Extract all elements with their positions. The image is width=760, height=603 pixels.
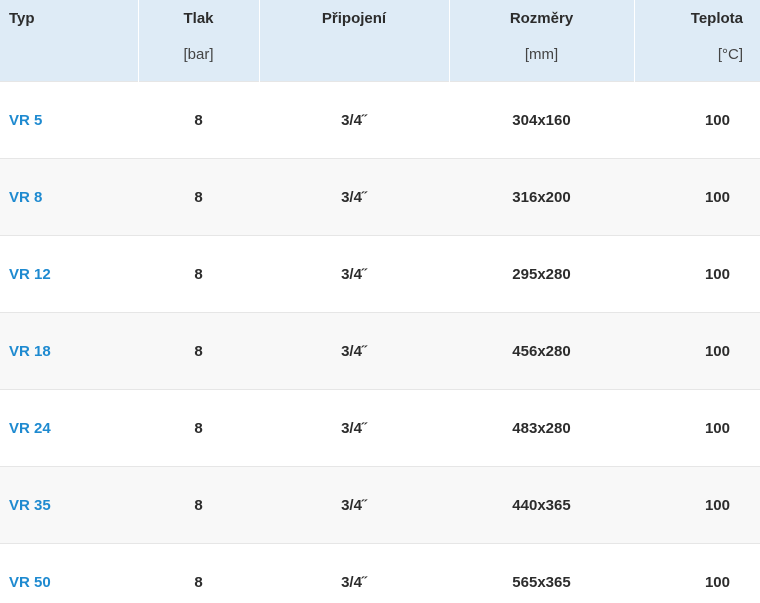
- cell-typ-link[interactable]: VR 24: [0, 389, 138, 467]
- cell-pripojeni: 3/4˝: [259, 158, 449, 236]
- cell-typ-link[interactable]: VR 12: [0, 235, 138, 313]
- header-rozmery[interactable]: Rozměry [mm]: [449, 0, 635, 82]
- header-typ-title: Typ: [9, 10, 35, 27]
- cell-typ-link[interactable]: VR 50: [0, 543, 138, 603]
- table-row: VR 35 8 3/4˝ 440x365 100: [0, 466, 760, 544]
- header-pripojeni[interactable]: Připojení: [259, 0, 450, 82]
- cell-tlak: 8: [138, 466, 259, 544]
- cell-rozmery: 316x200: [449, 158, 634, 236]
- spec-table: Typ Tlak [bar] Připojení Rozměry [mm] Te…: [0, 0, 760, 603]
- cell-rozmery: 565x365: [449, 543, 634, 603]
- cell-teplota: 100: [634, 158, 760, 236]
- cell-tlak: 8: [138, 81, 259, 159]
- cell-pripojeni: 3/4˝: [259, 312, 449, 390]
- cell-teplota: 100: [634, 312, 760, 390]
- table-row: VR 8 8 3/4˝ 316x200 100: [0, 158, 760, 236]
- cell-pripojeni: 3/4˝: [259, 235, 449, 313]
- header-tlak-unit: [bar]: [183, 46, 214, 63]
- header-tlak-title: Tlak: [183, 10, 214, 27]
- cell-rozmery: 295x280: [449, 235, 634, 313]
- cell-pripojeni: 3/4˝: [259, 389, 449, 467]
- cell-typ-link[interactable]: VR 35: [0, 466, 138, 544]
- cell-tlak: 8: [138, 158, 259, 236]
- cell-teplota: 100: [634, 389, 760, 467]
- cell-rozmery: 456x280: [449, 312, 634, 390]
- cell-pripojeni: 3/4˝: [259, 543, 449, 603]
- table-row: VR 5 8 3/4˝ 304x160 100: [0, 81, 760, 159]
- cell-pripojeni: 3/4˝: [259, 466, 449, 544]
- cell-teplota: 100: [634, 235, 760, 313]
- header-teplota-title: Teplota: [690, 10, 743, 27]
- cell-tlak: 8: [138, 543, 259, 603]
- cell-tlak: 8: [138, 235, 259, 313]
- header-rozmery-title: Rozměry: [509, 10, 574, 27]
- table-row: VR 12 8 3/4˝ 295x280 100: [0, 235, 760, 313]
- header-teplota-unit: [°C]: [717, 46, 743, 63]
- cell-typ-link[interactable]: VR 8: [0, 158, 138, 236]
- cell-teplota: 100: [634, 81, 760, 159]
- header-tlak[interactable]: Tlak [bar]: [138, 0, 260, 82]
- cell-typ-link[interactable]: VR 5: [0, 81, 138, 159]
- header-row: Typ Tlak [bar] Připojení Rozměry [mm] Te…: [0, 0, 760, 82]
- cell-typ-link[interactable]: VR 18: [0, 312, 138, 390]
- cell-rozmery: 440x365: [449, 466, 634, 544]
- cell-tlak: 8: [138, 312, 259, 390]
- header-pripojeni-title: Připojení: [321, 10, 387, 27]
- header-teplota[interactable]: Teplota [°C]: [634, 0, 760, 82]
- table-body: VR 5 8 3/4˝ 304x160 100 VR 8 8 3/4˝ 316x…: [0, 81, 760, 603]
- cell-rozmery: 304x160: [449, 81, 634, 159]
- table-row: VR 24 8 3/4˝ 483x280 100: [0, 389, 760, 467]
- header-typ[interactable]: Typ: [0, 0, 139, 82]
- cell-teplota: 100: [634, 543, 760, 603]
- table-row: VR 50 8 3/4˝ 565x365 100: [0, 543, 760, 603]
- cell-tlak: 8: [138, 389, 259, 467]
- cell-teplota: 100: [634, 466, 760, 544]
- table-header: Typ Tlak [bar] Připojení Rozměry [mm] Te…: [0, 0, 760, 82]
- cell-rozmery: 483x280: [449, 389, 634, 467]
- cell-pripojeni: 3/4˝: [259, 81, 449, 159]
- header-rozmery-unit: [mm]: [524, 46, 559, 63]
- table-row: VR 18 8 3/4˝ 456x280 100: [0, 312, 760, 390]
